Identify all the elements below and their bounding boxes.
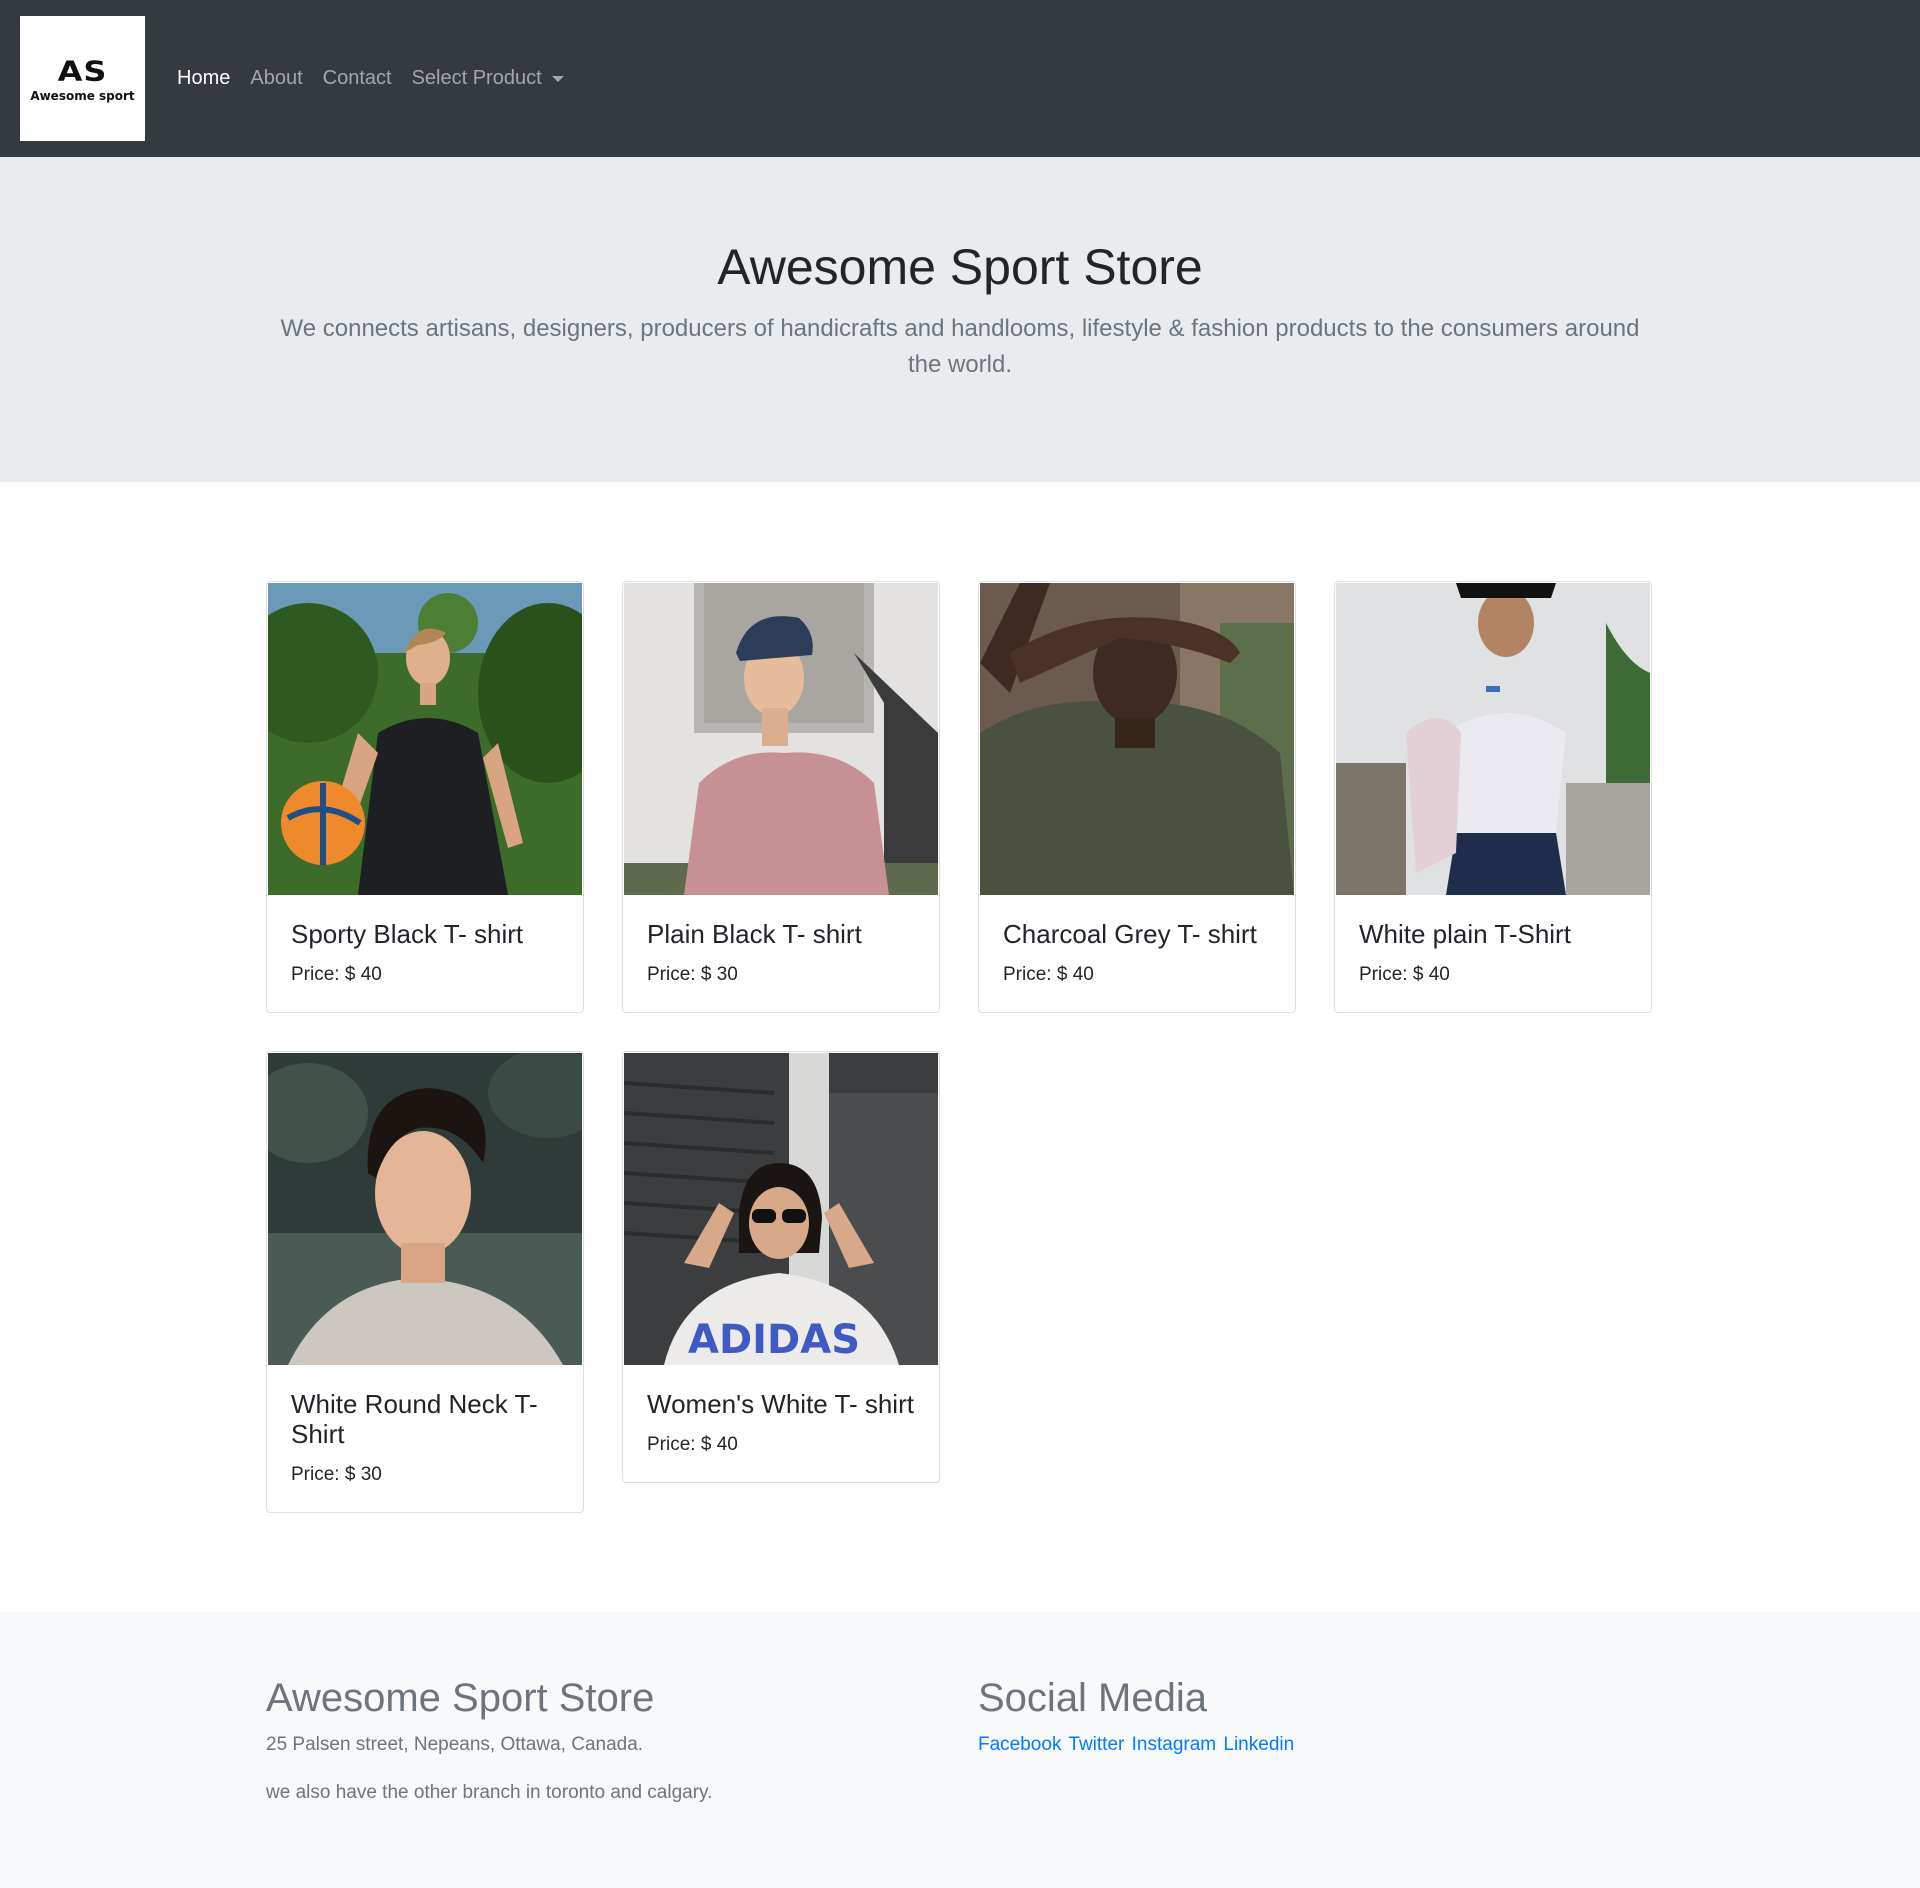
footer: Awesome Sport Store 25 Palsen street, Ne… [0,1612,1920,1888]
product-card[interactable]: Charcoal Grey T- shirt Price: $ 40 [978,581,1296,1013]
product-title: Women's White T- shirt [647,1389,914,1419]
product-price: Price: $ 40 [291,963,382,985]
instagram-link[interactable]: Instagram [1132,1734,1216,1755]
product-image-plain-black [624,583,938,895]
product-title: Plain Black T- shirt [647,919,862,949]
nav-links: Home About Contact Select Product [167,67,574,90]
product-image-white-plain [1336,583,1650,895]
twitter-link[interactable]: Twitter [1068,1734,1124,1755]
footer-branch-note: we also have the other branch in toronto… [266,1782,713,1803]
hero-lead: We connects artisans, designers, produce… [280,315,1640,378]
hero-title: Awesome Sport Store [717,239,1203,295]
brand-name: Awesome sport [30,88,135,103]
footer-address: 25 Palsen street, Nepeans, Ottawa, Canad… [266,1734,644,1755]
product-image-charcoal-grey [980,583,1294,895]
product-price: Price: $ 30 [291,1463,382,1485]
product-card[interactable]: ADIDAS Women's White T- shirt Price: $ 4… [622,1051,940,1483]
brand-logo[interactable]: AS Awesome sport [20,16,145,141]
facebook-link[interactable]: Facebook [978,1734,1061,1755]
footer-store-title: Awesome Sport Store [266,1676,655,1720]
product-title: White Round Neck T-Shirt [291,1389,538,1449]
caret-down-icon [551,75,564,82]
product-card[interactable]: White plain T-Shirt Price: $ 40 [1334,581,1652,1013]
svg-text:ADIDAS: ADIDAS [688,1317,860,1363]
hero-banner: Awesome Sport Store We connects artisans… [0,157,1920,482]
brand-mark: AS [57,54,108,87]
select-product-dropdown[interactable]: Select Product [402,67,574,90]
product-title: Charcoal Grey T- shirt [1003,919,1257,949]
footer-social: Social Media Facebook Twitter Instagram … [978,1674,1296,1756]
product-card[interactable]: White Round Neck T-Shirt Price: $ 30 [266,1051,584,1513]
product-image-womens-white: ADIDAS [624,1053,938,1365]
product-card[interactable]: Sporty Black T- shirt Price: $ 40 [266,581,584,1013]
nav-home-link[interactable]: Home [167,67,240,90]
social-links: Facebook Twitter Instagram Linkedin [978,1734,1296,1756]
select-product-label: Select Product [411,67,542,89]
product-price: Price: $ 30 [647,963,738,985]
nav-contact-link[interactable]: Contact [313,67,402,90]
product-price: Price: $ 40 [1359,963,1450,985]
product-price: Price: $ 40 [647,1433,738,1455]
product-card[interactable]: Plain Black T- shirt Price: $ 30 [622,581,940,1013]
product-price: Price: $ 40 [1003,963,1094,985]
footer-store-info: Awesome Sport Store 25 Palsen street, Ne… [266,1674,712,1804]
product-title: Sporty Black T- shirt [291,919,524,949]
product-image-sporty-black [268,583,582,895]
product-title: White plain T-Shirt [1359,919,1571,949]
navbar: AS Awesome sport Home About Contact Sele… [0,0,1920,157]
linkedin-link[interactable]: Linkedin [1223,1734,1294,1755]
product-grid: Sporty Black T- shirt Price: $ 40 Plain … [0,482,1920,1623]
nav-about-link[interactable]: About [240,67,312,90]
product-image-white-round-neck [268,1053,582,1365]
footer-social-title: Social Media [978,1676,1208,1720]
